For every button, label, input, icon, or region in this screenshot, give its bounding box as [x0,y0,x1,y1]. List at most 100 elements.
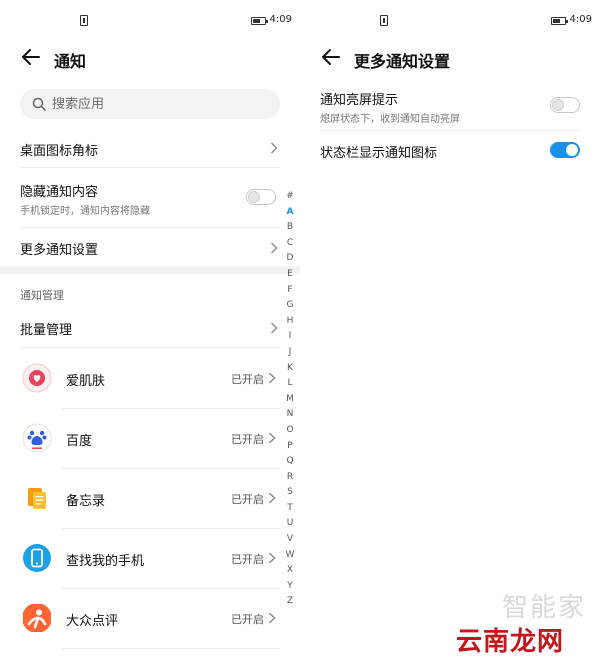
hide-content-toggle[interactable] [246,189,276,205]
title-bar: 通知 [0,42,300,74]
divider [62,648,280,649]
app-status: 已开启 [231,433,264,446]
app-name: 查找我的手机 [66,554,145,569]
chevron-right-icon [269,432,276,444]
status-bar: 4:09 [0,12,300,32]
status-time: 4:09 [269,14,292,25]
alphabet-index-letter[interactable]: K [283,361,297,377]
wake-screen-label: 通知亮屏提示 [320,93,399,108]
status-bar: 4:09 [300,12,600,32]
alphabet-index-letter[interactable]: I [283,329,297,345]
alphabet-index-letter[interactable]: J [283,345,297,361]
section-separator [0,266,300,274]
badge-setting-row[interactable]: 桌面图标角标 [20,131,280,167]
chevron-right-icon [269,372,276,384]
app-name: 爱肌肤 [66,374,106,389]
battery-icon [251,17,268,25]
dianping-app-icon [23,604,51,632]
alphabet-index-letter[interactable]: U [283,516,297,532]
hide-content-row[interactable]: 隐藏通知内容 手机锁定时，通知内容将隐藏 [20,177,280,225]
chevron-right-icon [269,612,276,624]
chevron-right-icon [269,492,276,504]
watermark-text: 智能家 [501,593,586,623]
sim-icon [80,15,88,26]
alphabet-index-letter[interactable]: S [283,485,297,501]
app-status: 已开启 [231,373,264,386]
divider [320,130,580,131]
app-row-dianping[interactable]: 大众点评 已开启 [20,588,278,648]
statusbar-icon-label: 状态栏显示通知图标 [320,146,438,161]
more-settings-row[interactable]: 更多通知设置 [20,231,280,265]
app-name: 备忘录 [66,494,106,509]
app-status: 已开启 [231,613,264,626]
battery-icon [551,17,568,25]
search-icon [32,97,46,111]
statusbar-icon-toggle[interactable] [550,142,580,158]
page-title: 通知 [54,52,87,71]
alphabet-index-letter[interactable]: D [283,251,297,267]
app-row-baidu[interactable]: 百度 已开启 [20,408,278,468]
search-input[interactable] [52,89,262,119]
statusbar-icon-row[interactable]: 状态栏显示通知图标 [320,136,582,166]
alphabet-index-letter[interactable]: B [283,220,297,236]
chevron-right-icon [271,242,278,254]
chevron-right-icon [269,552,276,564]
app-status: 已开启 [231,493,264,506]
wake-screen-row[interactable]: 通知亮屏提示 熄屏状态下，收到通知自动亮屏 [320,86,582,130]
alphabet-index-letter[interactable]: W [283,548,297,564]
app-status: 已开启 [231,553,264,566]
chevron-right-icon [271,142,278,154]
divider [20,167,280,168]
alphabet-index-letter[interactable]: H [283,314,297,330]
alphabet-index-letter[interactable]: R [283,470,297,486]
chevron-right-icon [271,322,278,334]
section-title: 通知管理 [20,289,64,302]
app-row-aijifu[interactable]: 爱肌肤 已开启 [20,348,278,408]
hide-content-description: 手机锁定时，通知内容将隐藏 [20,206,150,217]
wake-screen-toggle[interactable] [550,97,580,113]
alphabet-index-letter[interactable]: Z [283,594,297,610]
alphabet-index-letter[interactable]: N [283,407,297,423]
alphabet-index-letter[interactable]: Q [283,454,297,470]
alphabet-index-letter[interactable]: Y [283,579,297,595]
alphabet-index-letter[interactable]: # [283,189,297,205]
badge-setting-label: 桌面图标角标 [20,144,99,159]
baidu-app-icon [22,423,52,453]
more-notification-settings-screen: 4:09 更多通知设置 通知亮屏提示 熄屏状态下，收到通知自动亮屏 状态栏显示通… [300,0,600,666]
app-name: 大众点评 [66,614,119,629]
alphabet-index-letter[interactable]: G [283,298,297,314]
app-name: 百度 [66,434,93,449]
find-phone-app-icon [23,544,51,572]
alphabet-index-letter[interactable]: X [283,563,297,579]
aijifu-app-icon [22,363,52,393]
watermark-logo-text: 云南龙网 [455,627,564,657]
notes-app-icon [28,488,46,509]
alphabet-index-letter[interactable]: T [283,501,297,517]
back-arrow-icon[interactable] [320,46,342,68]
alphabet-index-letter[interactable]: A [283,205,297,221]
alphabet-index-letter[interactable]: M [283,392,297,408]
divider [20,227,280,228]
more-settings-label: 更多通知设置 [20,243,99,258]
title-bar: 更多通知设置 [300,42,600,74]
alphabet-index-letter[interactable]: L [283,376,297,392]
sim-icon [380,15,388,26]
alphabet-index-letter[interactable]: E [283,267,297,283]
app-row-find-phone[interactable]: 查找我的手机 已开启 [20,528,278,588]
search-bar[interactable] [20,89,280,119]
hide-content-label: 隐藏通知内容 [20,185,99,200]
notifications-screen: 4:09 通知 桌面图标角标 隐藏通知内容 手机锁定时，通知内容将隐藏 更多通知… [0,0,300,666]
status-time: 4:09 [569,14,592,25]
alphabet-index-letter[interactable]: V [283,532,297,548]
alphabet-index-letter[interactable]: C [283,236,297,252]
alphabet-index[interactable]: # A B C D E F G H I J K L M N O P Q R S T U V W X Y Z [283,189,297,610]
alphabet-index-letter[interactable]: O [283,423,297,439]
alphabet-index-letter[interactable]: F [283,283,297,299]
app-row-notes[interactable]: 备忘录 已开启 [20,468,278,528]
alphabet-index-letter[interactable]: P [283,439,297,455]
batch-manage-row[interactable]: 批量管理 [20,311,280,347]
batch-manage-label: 批量管理 [20,323,73,338]
page-title: 更多通知设置 [354,52,451,71]
back-arrow-icon[interactable] [20,46,42,68]
wake-screen-description: 熄屏状态下，收到通知自动亮屏 [320,114,460,125]
